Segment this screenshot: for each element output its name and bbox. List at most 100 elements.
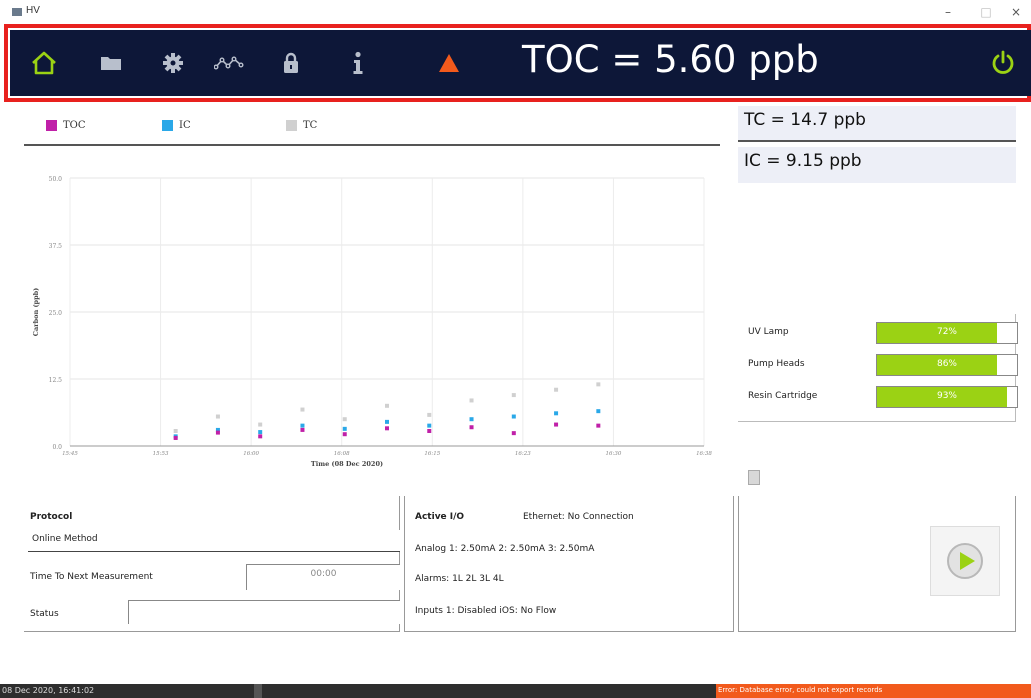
x-tick-label: 16:38 bbox=[696, 451, 712, 457]
data-point-ic bbox=[300, 423, 305, 428]
legend-label: TC bbox=[303, 120, 318, 131]
status-label: Status bbox=[30, 609, 59, 619]
app-icon bbox=[12, 8, 22, 16]
data-point-ic bbox=[342, 426, 347, 431]
consumable-label: UV Lamp bbox=[748, 327, 789, 337]
status-divider bbox=[254, 684, 262, 698]
data-point-ic bbox=[554, 411, 559, 416]
x-tick-label: 16:30 bbox=[605, 451, 621, 457]
play-icon bbox=[947, 543, 983, 579]
chart-legend: TOC IC TC bbox=[24, 110, 720, 146]
data-point-ic bbox=[511, 414, 516, 419]
x-tick-label: 16:23 bbox=[515, 451, 531, 457]
power-icon[interactable] bbox=[988, 30, 1018, 96]
data-point-ic bbox=[258, 430, 263, 435]
y-tick-label: 50.0 bbox=[49, 176, 63, 183]
y-tick-label: 12.5 bbox=[49, 377, 63, 384]
x-tick-label: 16:15 bbox=[424, 451, 440, 457]
x-tick-label: 16:08 bbox=[334, 451, 350, 457]
data-point-toc bbox=[385, 426, 389, 431]
data-point-toc bbox=[469, 425, 474, 430]
close-button[interactable]: × bbox=[1006, 5, 1026, 19]
consumable-percent: 93% bbox=[936, 391, 957, 401]
data-point-tc bbox=[300, 407, 305, 412]
legend-swatch-ic bbox=[162, 120, 173, 131]
warning-icon[interactable] bbox=[436, 30, 462, 96]
legend-item-ic[interactable]: IC bbox=[162, 120, 191, 131]
y-tick-label: 37.5 bbox=[49, 243, 63, 250]
data-point-toc bbox=[173, 435, 178, 440]
status-error: Error: Database error, could not export … bbox=[716, 684, 1031, 698]
time-to-next-label: Time To Next Measurement bbox=[30, 572, 153, 582]
consumable-bar: 72% bbox=[876, 322, 1018, 344]
carbon-chart: 0.0 12.5 25.0 37.5 50.0 15:45 15:53 16:00 16:08 1… bbox=[24, 150, 724, 480]
tc-reading: TC = 14.7 ppb bbox=[738, 106, 1016, 142]
protocol-method-field[interactable]: Online Method bbox=[28, 530, 400, 552]
protocol-panel: Protocol Online Method Time To Next Meas… bbox=[24, 496, 400, 632]
status-datetime: 08 Dec 2020, 16:41:02 bbox=[2, 686, 95, 695]
data-point-tc bbox=[173, 428, 178, 433]
data-point-tc bbox=[215, 414, 220, 419]
consumable-label: Pump Heads bbox=[748, 359, 805, 369]
data-point-toc bbox=[511, 431, 516, 436]
consumable-pump-heads: Pump Heads 86% bbox=[748, 354, 1018, 376]
data-point-tc bbox=[258, 422, 263, 427]
status-field bbox=[128, 600, 400, 624]
legend-label: IC bbox=[179, 120, 191, 131]
start-measurement-button[interactable] bbox=[930, 526, 1000, 596]
consumable-uv-lamp: UV Lamp 72% bbox=[748, 322, 1018, 344]
info-icon[interactable] bbox=[348, 30, 368, 96]
title-bar: HV – □ × bbox=[0, 0, 1031, 26]
inputs-status: Inputs 1: Disabled iOS: No Flow bbox=[415, 606, 557, 616]
data-point-toc bbox=[427, 428, 432, 433]
analog-outputs: Analog 1: 2.50mA 2: 2.50mA 3: 2.50mA bbox=[415, 544, 595, 554]
status-bar: 08 Dec 2020, 16:41:02 Error: Database er… bbox=[0, 684, 1031, 698]
trend-icon[interactable] bbox=[212, 30, 246, 96]
chart-canvas: 0.0 12.5 25.0 37.5 50.0 15:45 15:53 16:00 16:08 1… bbox=[32, 176, 712, 468]
x-tick-label: 15:53 bbox=[153, 451, 169, 457]
y-tick-label: 0.0 bbox=[52, 444, 62, 451]
consumable-bar: 93% bbox=[876, 386, 1018, 408]
toc-reading: TOC = 5.60 ppb bbox=[522, 38, 819, 81]
legend-swatch-tc bbox=[286, 120, 297, 131]
protocol-heading: Protocol bbox=[30, 512, 73, 522]
maximize-button[interactable]: □ bbox=[976, 5, 996, 19]
header-bar: TOC = 5.60 ppb bbox=[10, 30, 1031, 96]
consumable-percent: 86% bbox=[936, 359, 957, 369]
y-axis-label: Carbon (ppb) bbox=[32, 288, 40, 336]
consumable-resin-cartridge: Resin Cartridge 93% bbox=[748, 386, 1018, 408]
home-icon[interactable] bbox=[28, 30, 60, 96]
data-point-ic bbox=[427, 423, 432, 428]
time-to-next-value: 00:00 bbox=[246, 564, 400, 590]
status-error-text: Error: Database error, could not export … bbox=[718, 686, 883, 694]
legend-label: TOC bbox=[63, 120, 86, 131]
data-point-ic bbox=[469, 417, 474, 422]
data-point-tc bbox=[469, 398, 474, 403]
x-tick-label: 16:00 bbox=[243, 451, 259, 457]
app-window: HV – □ × TOC = 5.60 ppb TOC IC TC 0.0 12… bbox=[0, 0, 1031, 698]
legend-item-toc[interactable]: TOC bbox=[46, 120, 86, 131]
ic-reading: IC = 9.15 ppb bbox=[738, 147, 1016, 183]
data-point-toc bbox=[215, 430, 220, 435]
active-io-heading: Active I/O bbox=[415, 512, 465, 522]
gear-icon[interactable] bbox=[158, 30, 188, 96]
data-point-tc bbox=[596, 382, 601, 387]
lock-icon[interactable] bbox=[278, 30, 304, 96]
legend-swatch-toc bbox=[46, 120, 57, 131]
folder-icon[interactable] bbox=[96, 30, 126, 96]
consumable-percent: 72% bbox=[936, 327, 957, 337]
minimize-button[interactable]: – bbox=[938, 5, 958, 19]
app-title: HV bbox=[26, 5, 40, 16]
data-point-tc bbox=[342, 417, 347, 422]
data-point-toc bbox=[596, 423, 601, 428]
alarms-status: Alarms: 1L 2L 3L 4L bbox=[415, 574, 504, 584]
data-point-toc bbox=[554, 422, 559, 427]
y-tick-label: 25.0 bbox=[49, 310, 63, 317]
data-point-ic bbox=[596, 409, 601, 414]
data-point-tc bbox=[385, 403, 389, 408]
document-icon[interactable] bbox=[748, 470, 760, 485]
data-point-tc bbox=[554, 387, 559, 392]
data-point-tc bbox=[427, 412, 432, 417]
legend-item-tc[interactable]: TC bbox=[286, 120, 317, 131]
consumables-panel: UV Lamp 72% Pump Heads 86% Resin Cartrid… bbox=[738, 314, 1018, 422]
